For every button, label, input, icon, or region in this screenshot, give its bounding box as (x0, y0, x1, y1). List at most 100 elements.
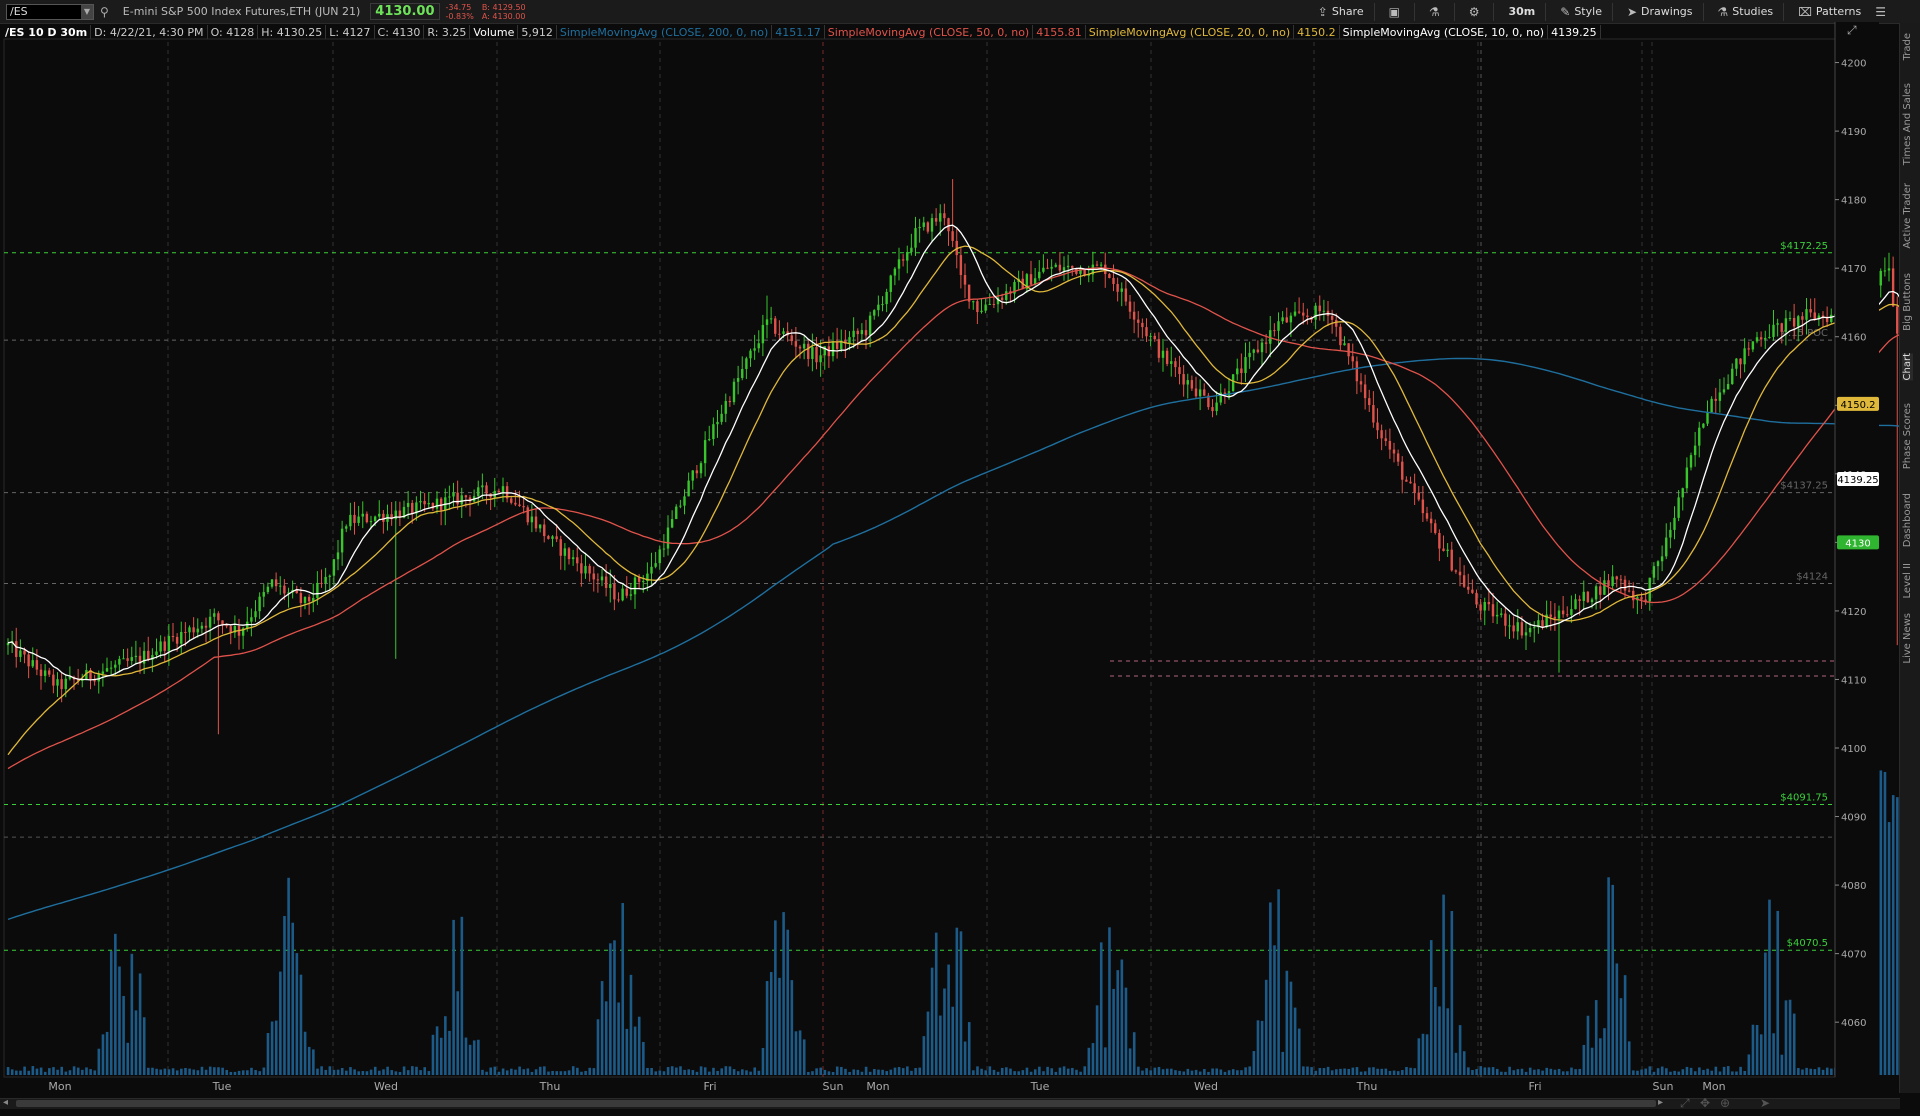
volume-bar (274, 1020, 278, 1075)
volume-bar (1673, 1070, 1676, 1075)
pan-icon[interactable]: ✥ (1700, 1096, 1710, 1110)
candle-body (959, 255, 963, 276)
volume-bar (860, 1071, 864, 1075)
volume-bar (345, 1070, 348, 1075)
volume-bar (901, 1068, 905, 1075)
volume-bar (126, 1042, 130, 1075)
candle-body (1891, 268, 1895, 307)
volume-bar (246, 1070, 249, 1075)
tab-active-trader[interactable]: Active Trader (1902, 183, 1913, 249)
candle-body (1578, 599, 1581, 601)
volume-bar (522, 1069, 526, 1075)
candle-body (1619, 579, 1623, 581)
volume-bar (279, 971, 282, 1075)
candle-body (951, 231, 954, 241)
volume-bar (361, 1071, 365, 1075)
volume-bar (180, 1068, 183, 1075)
candle-body (452, 492, 455, 497)
volume-bar (291, 922, 295, 1075)
candle-body (1528, 628, 1532, 633)
candle-body (419, 500, 422, 503)
candle-body (64, 678, 67, 690)
volume-bar (1203, 1069, 1206, 1075)
volume-bar (1343, 1068, 1346, 1075)
candle-body (274, 579, 278, 587)
zoom-icon[interactable]: ⊕ (1720, 1096, 1730, 1110)
cursor-icon[interactable]: ➤ (1760, 1096, 1770, 1110)
candle-body (1780, 323, 1783, 332)
scroll-right-icon[interactable]: ▸ (1658, 1097, 1663, 1108)
volume-bar (134, 1010, 138, 1075)
candle-body (1318, 305, 1321, 312)
candle-body (538, 524, 542, 529)
candle-body (1302, 312, 1305, 316)
tab-chart[interactable]: Chart (1902, 353, 1913, 381)
candle-body (547, 536, 550, 539)
candle-body (485, 485, 488, 494)
candle-body (97, 673, 100, 682)
candle-body (1137, 319, 1140, 323)
volume-bar (1578, 1068, 1582, 1075)
candle-body (1149, 335, 1152, 337)
volume-bar (1698, 1067, 1701, 1075)
volume-bar (774, 920, 777, 1075)
volume-bar (786, 929, 790, 1075)
candle-body (1607, 580, 1610, 586)
expand-icon[interactable]: ⤢ (1680, 1096, 1690, 1111)
volume-bar (947, 964, 950, 1075)
volume-bar (1487, 1067, 1491, 1075)
candle-body (1405, 479, 1408, 482)
candle-body (1504, 613, 1507, 626)
volume-bar (955, 927, 959, 1075)
candle-body (221, 620, 224, 625)
volume-bar (596, 1019, 600, 1075)
tab-dashboard[interactable]: Dashboard (1902, 493, 1913, 547)
tab-trade[interactable]: Trade (1902, 33, 1913, 60)
candle-body (596, 579, 600, 581)
tab-times-and-sales[interactable]: Times And Sales (1902, 83, 1913, 165)
volume-bar (1462, 1051, 1466, 1075)
volume-bar (1689, 1067, 1693, 1075)
candle-body (357, 516, 360, 523)
volume-bar (1021, 1070, 1025, 1075)
candle-body (745, 358, 748, 370)
volume-bar (1887, 822, 1891, 1075)
volume-bar (761, 1048, 765, 1075)
volume-bar (1533, 1069, 1536, 1075)
volume-bar (1029, 1071, 1033, 1075)
volume-bar (411, 1066, 414, 1075)
volume-bar (1656, 1068, 1660, 1075)
volume-bar (823, 1069, 827, 1075)
price-chart[interactable]: $4172.25 4.15 POC $4137.25 $4124 $4091.75 $40… (0, 0, 1900, 1098)
volume-bar (1512, 1070, 1516, 1075)
price-tick-label: 4110 (1841, 675, 1866, 686)
candle-body (765, 319, 769, 325)
scroll-left-icon[interactable]: ◂ (3, 1097, 8, 1108)
candle-body (617, 599, 620, 601)
candle-body (1322, 310, 1326, 312)
candle-body (1813, 312, 1816, 320)
volume-bar (415, 1066, 418, 1075)
tab-live-news[interactable]: Live News (1902, 613, 1913, 664)
volume-bar (398, 1071, 402, 1075)
volume-bar (922, 1036, 926, 1075)
volume-bar (468, 1044, 472, 1075)
candle-body (1141, 322, 1144, 328)
volume-bar (31, 1066, 35, 1075)
tab-level-ii[interactable]: Level II (1902, 563, 1913, 598)
candle-body (1161, 350, 1165, 358)
volume-bar (840, 1066, 843, 1075)
volume-bar (1644, 1068, 1648, 1075)
time-axis-label: Mon (48, 1080, 71, 1093)
volume-bar (1409, 1067, 1412, 1075)
candle-body (1314, 305, 1317, 320)
tab-big-buttons[interactable]: Big Buttons (1902, 273, 1913, 331)
candle-body (279, 585, 282, 587)
tab-phase-scores[interactable]: Phase Scores (1902, 403, 1913, 469)
volume-bar (1355, 1067, 1359, 1075)
volume-bar (778, 977, 781, 1075)
horizontal-scrollbar[interactable]: ◂ ▸ (0, 1097, 1900, 1109)
scroll-thumb[interactable] (16, 1100, 1656, 1107)
volume-bar (1033, 1069, 1037, 1075)
volume-bar (1038, 1066, 1041, 1075)
